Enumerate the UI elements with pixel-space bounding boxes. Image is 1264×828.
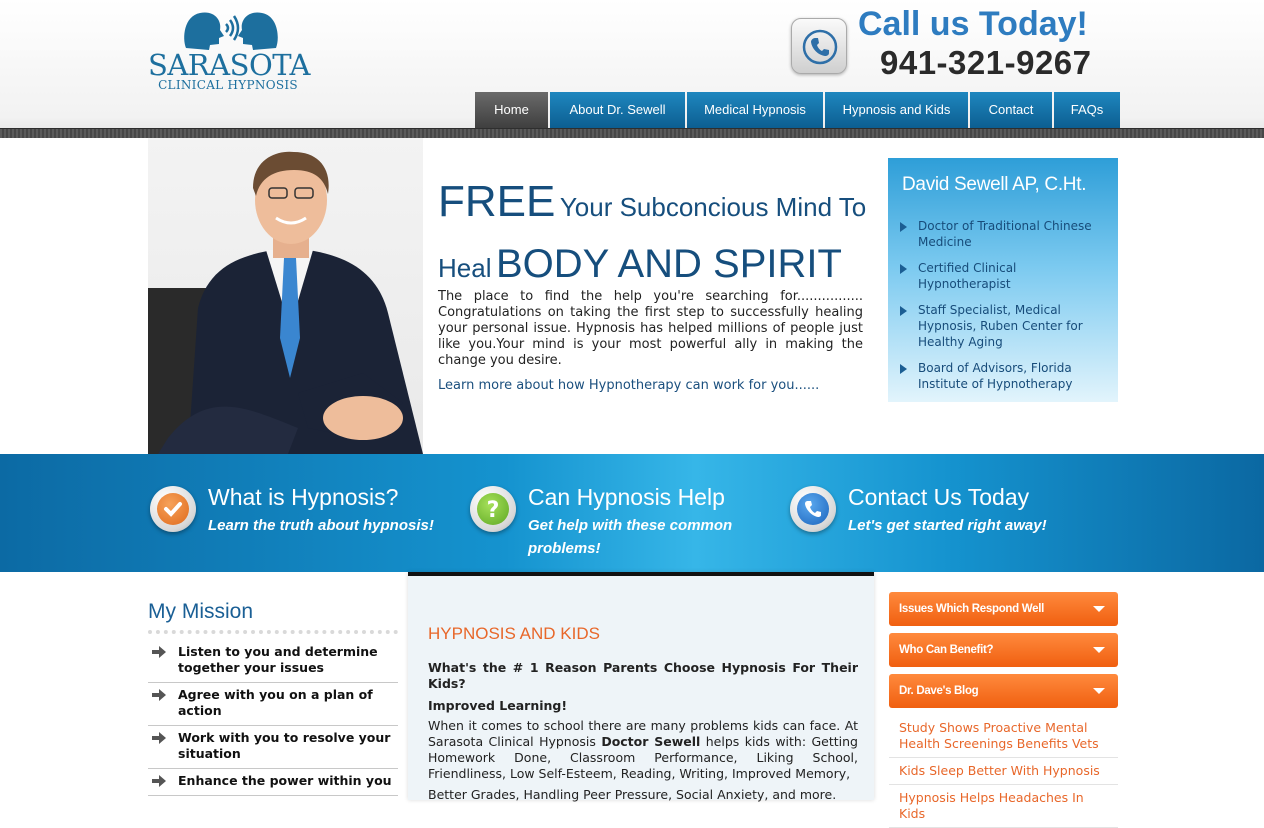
site-header: SARASOTA CLINICAL HYPNOSIS Call us Today…	[0, 0, 1264, 138]
credentials-title: David Sewell AP, C.Ht.	[902, 174, 1087, 195]
article-question: What's the # 1 Reason Parents Choose Hyp…	[428, 660, 858, 691]
feature-title: Can Hypnosis Help	[528, 484, 725, 510]
feature-title: What is Hypnosis?	[208, 484, 399, 510]
nav-contact[interactable]: Contact	[970, 92, 1052, 128]
feature-band: What is Hypnosis? Learn the truth about …	[0, 454, 1264, 572]
accordion-who-can-benefit[interactable]: Who Can Benefit?	[889, 633, 1118, 667]
doctor-photo	[148, 138, 423, 454]
checkmark-icon	[150, 486, 196, 532]
nav-home[interactable]: Home	[475, 92, 548, 128]
hero-section: FREE Your Subconcious Mind To Heal BODY …	[148, 138, 1118, 454]
headline-subconscious: Your Subconcious Mind To	[559, 192, 867, 222]
feature-subtitle: Get help with these common problems!	[528, 517, 733, 557]
arrow-right-icon	[900, 306, 907, 316]
mission-item: Listen to you and determine together you…	[148, 640, 398, 683]
logo-title: SARASOTA	[148, 48, 310, 82]
blog-link[interactable]: Study Shows Proactive Mental Health Scre…	[889, 715, 1118, 758]
header-divider	[0, 128, 1264, 138]
credentials-box: David Sewell AP, C.Ht. Doctor of Traditi…	[888, 158, 1118, 402]
accordion-blog[interactable]: Dr. Dave's Blog	[889, 674, 1118, 708]
doctor-name: Doctor Sewell	[601, 734, 701, 749]
article-subheading: Improved Learning!	[428, 698, 568, 713]
feature-title: Contact Us Today	[848, 484, 1030, 510]
mission-section: My Mission Listen to you and determine t…	[148, 600, 398, 796]
learn-more-link[interactable]: Learn more about how Hypnotherapy can wo…	[438, 378, 819, 393]
phone-icon	[790, 486, 836, 532]
feature-can-hypnosis-help[interactable]: ? Can Hypnosis Help Get help with these …	[470, 484, 760, 564]
credential-item: Board of Advisors, Florida Institute of …	[900, 360, 1112, 392]
nav-medical-hypnosis[interactable]: Medical Hypnosis	[687, 92, 823, 128]
headline-body-spirit: BODY AND SPIRIT	[495, 242, 842, 286]
nav-faqs[interactable]: FAQs	[1054, 92, 1120, 128]
credential-item: Doctor of Traditional Chinese Medicine	[900, 218, 1112, 250]
chevron-down-icon	[1093, 606, 1105, 612]
arrow-right-icon	[152, 732, 166, 744]
headline-free: FREE	[438, 177, 556, 226]
svg-text:?: ?	[487, 498, 500, 523]
feature-what-is-hypnosis[interactable]: What is Hypnosis? Learn the truth about …	[150, 484, 450, 564]
logo-subtitle: CLINICAL HYPNOSIS	[158, 78, 298, 92]
credential-item: Staff Specialist, Medical Hypnosis, Rube…	[900, 302, 1112, 350]
mission-item: Enhance the power within you	[148, 769, 398, 796]
arrow-right-icon	[900, 364, 907, 374]
nav-about[interactable]: About Dr. Sewell	[550, 92, 685, 128]
article-paragraph-2: Better Grades, Handling Peer Pressure, S…	[428, 787, 837, 802]
hero-headline: FREE Your Subconcious Mind To Heal BODY …	[438, 176, 878, 299]
site-logo[interactable]: SARASOTA CLINICAL HYPNOSIS	[148, 8, 310, 92]
hero-body-text: The place to find the help you're search…	[438, 289, 863, 368]
arrow-right-icon	[900, 222, 907, 232]
mission-item: Work with you to resolve your situation	[148, 726, 398, 769]
arrow-right-icon	[900, 264, 907, 274]
mission-item: Agree with you on a plan of action	[148, 683, 398, 726]
accordion-issues[interactable]: Issues Which Respond Well	[889, 592, 1118, 626]
article-paragraph: When it comes to school there are many p…	[428, 718, 858, 781]
question-icon: ?	[470, 486, 516, 532]
kids-article: HYPNOSIS AND KIDS What's the # 1 Reason …	[408, 572, 874, 802]
chevron-down-icon	[1093, 688, 1105, 694]
phone-number[interactable]: 941-321-9267	[880, 44, 1092, 82]
arrow-right-icon	[152, 689, 166, 701]
arrow-right-icon	[152, 646, 166, 658]
headline-heal: Heal	[438, 253, 492, 283]
main-nav: Home About Dr. Sewell Medical Hypnosis H…	[473, 92, 1120, 128]
heads-logo-icon	[184, 12, 278, 50]
feature-subtitle: Learn the truth about hypnosis!	[208, 517, 434, 534]
feature-subtitle: Let's get started right away!	[848, 517, 1047, 534]
mission-title: My Mission	[148, 600, 398, 634]
nav-hypnosis-kids[interactable]: Hypnosis and Kids	[825, 92, 968, 128]
call-us-heading: Call us Today!	[858, 5, 1088, 43]
phone-icon	[791, 18, 847, 74]
article-title: HYPNOSIS AND KIDS	[428, 624, 600, 643]
arrow-right-icon	[152, 775, 166, 787]
credential-item: Certified Clinical Hypnotherapist	[900, 260, 1112, 292]
credentials-list: Doctor of Traditional Chinese Medicine C…	[900, 218, 1112, 402]
chevron-down-icon	[1093, 647, 1105, 653]
blog-link[interactable]: Kids Sleep Better With Hypnosis	[889, 758, 1118, 785]
right-sidebar: Issues Which Respond Well Who Can Benefi…	[889, 592, 1118, 828]
blog-link[interactable]: Hypnosis Helps Headaches In Kids	[889, 785, 1118, 828]
feature-contact-us[interactable]: Contact Us Today Let's get started right…	[790, 484, 1090, 564]
